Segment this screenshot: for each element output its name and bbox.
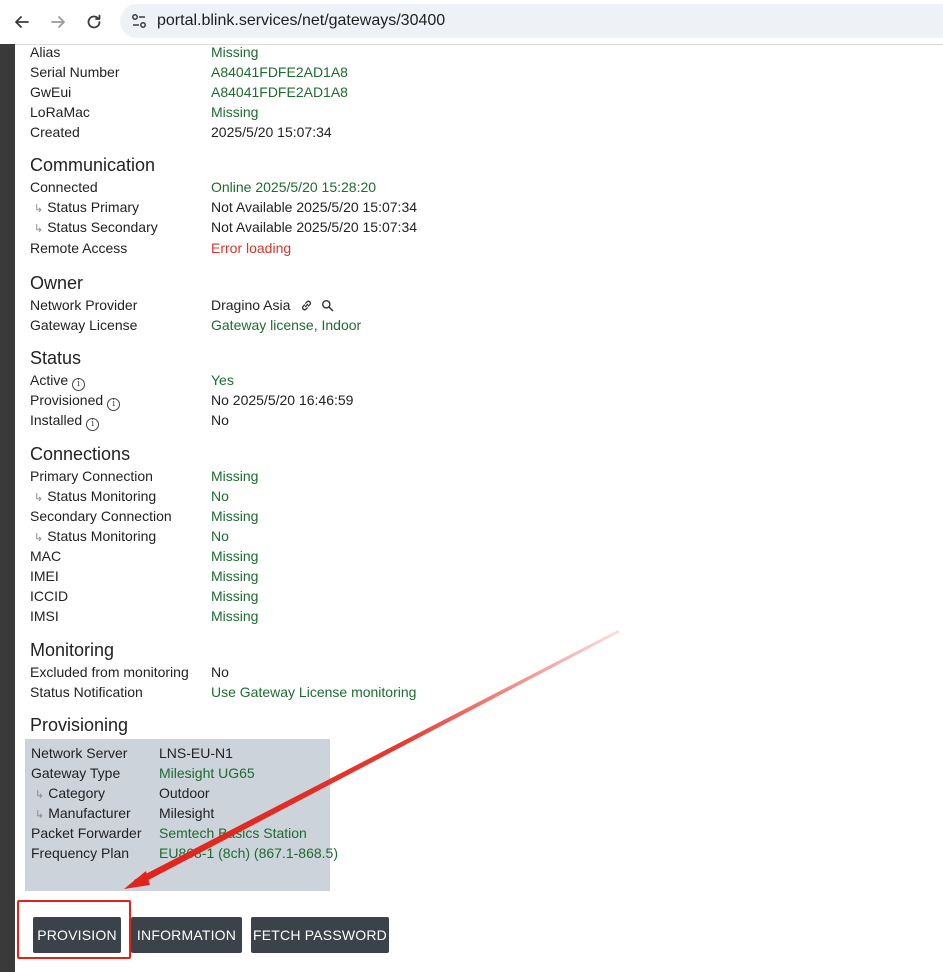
detail-value: Semtech Basics Station: [159, 825, 307, 841]
detail-label: ICCID: [30, 588, 69, 604]
detail-label: Status Monitoring: [47, 488, 157, 504]
arrow-left-icon[interactable]: [10, 10, 34, 34]
detail-label: Provisioned: [30, 392, 104, 408]
detail-value: Missing: [211, 588, 259, 604]
sub-arrow-icon: ↳: [35, 809, 45, 821]
detail-label: Status Secondary: [47, 219, 158, 235]
detail-label: Network Server: [31, 745, 128, 761]
section-title-owner: Owner: [30, 273, 84, 293]
detail-value: A84041FDFE2AD1A8: [211, 84, 348, 100]
detail-label: Alias: [30, 44, 61, 60]
detail-value: Error loading: [211, 240, 292, 256]
link-icon[interactable]: [300, 299, 313, 315]
information-button[interactable]: INFORMATION: [131, 917, 242, 953]
detail-label: Primary Connection: [30, 468, 153, 484]
detail-value: 2025/5/20 15:07:34: [211, 124, 332, 140]
address-bar[interactable]: portal.blink.services/net/gateways/30400: [120, 4, 943, 38]
detail-label: IMEI: [30, 568, 59, 584]
detail-value: A84041FDFE2AD1A8: [211, 64, 348, 80]
reload-icon[interactable]: [82, 10, 106, 34]
section-title-provisioning: Provisioning: [30, 715, 129, 735]
detail-value: Dragino Asia: [211, 297, 291, 313]
detail-value: Missing: [211, 568, 259, 584]
detail-label: Status Notification: [30, 684, 143, 700]
section-title-monitoring: Monitoring: [30, 640, 115, 660]
detail-value: No: [211, 664, 229, 680]
detail-value: No: [211, 488, 229, 504]
detail-value: No: [211, 528, 229, 544]
detail-value: LNS-EU-N1: [159, 745, 233, 761]
detail-label: Remote Access: [30, 240, 128, 256]
detail-label: Connected: [30, 179, 98, 195]
sub-arrow-icon: ↳: [35, 789, 45, 801]
info-icon[interactable]: i: [107, 398, 121, 411]
detail-value: Missing: [211, 468, 259, 484]
detail-value: Use Gateway License monitoring: [211, 684, 417, 700]
detail-label: IMSI: [30, 608, 59, 624]
detail-value: Yes: [211, 372, 234, 388]
detail-label: Status Monitoring: [47, 528, 157, 544]
detail-value: Milesight: [159, 805, 215, 821]
detail-label: Created: [30, 124, 80, 140]
detail-value: Missing: [211, 548, 259, 564]
browser-toolbar: portal.blink.services/net/gateways/30400: [0, 0, 943, 45]
arrow-right-icon[interactable]: [46, 10, 70, 34]
detail-label: MAC: [30, 548, 62, 564]
detail-value: Online 2025/5/20 15:28:20: [211, 179, 377, 195]
section-title-status: Status: [30, 348, 82, 368]
detail-value: EU868-1 (8ch) (867.1-868.5): [159, 845, 338, 861]
detail-value: Not Available 2025/5/20 15:07:34: [211, 219, 418, 235]
detail-label: Active: [30, 372, 69, 388]
detail-label: Excluded from monitoring: [30, 664, 189, 680]
detail-value: No 2025/5/20 16:46:59: [211, 392, 354, 408]
info-icon[interactable]: i: [72, 378, 86, 391]
search-icon[interactable]: [321, 299, 334, 315]
detail-label: Secondary Connection: [30, 508, 172, 524]
detail-value: Milesight UG65: [159, 765, 255, 781]
tune-icon[interactable]: [130, 12, 148, 30]
detail-value: Missing: [211, 44, 259, 60]
detail-label: Frequency Plan: [31, 845, 130, 861]
detail-label: GwEui: [30, 84, 72, 100]
detail-label: Category: [48, 785, 106, 801]
detail-label: Serial Number: [30, 64, 120, 80]
url-text[interactable]: portal.blink.services/net/gateways/30400: [157, 12, 445, 30]
detail-value: Missing: [211, 104, 259, 120]
left-sidebar-edge: [0, 44, 15, 972]
detail-value: No: [211, 412, 229, 428]
provision-button[interactable]: PROVISION: [33, 917, 121, 953]
detail-label: Packet Forwarder: [31, 825, 142, 841]
section-title-connections: Connections: [30, 444, 131, 464]
detail-value[interactable]: Gateway license, Indoor: [211, 317, 361, 333]
provisioning-panel: Network Server LNS-EU-N1 Gateway Type Mi…: [25, 739, 338, 891]
fetch-password-button[interactable]: FETCH PASSWORD: [251, 917, 389, 953]
sub-arrow-icon: ↳: [34, 223, 44, 235]
detail-value: Not Available 2025/5/20 15:07:34: [211, 199, 418, 215]
detail-label: LoRaMac: [30, 104, 90, 120]
detail-label: Gateway License: [30, 317, 138, 333]
sub-arrow-icon: ↳: [34, 532, 44, 544]
sub-arrow-icon: ↳: [34, 203, 44, 215]
sub-arrow-icon: ↳: [34, 492, 44, 504]
detail-label: Installed: [30, 412, 83, 428]
detail-value: Missing: [211, 508, 259, 524]
detail-label: Status Primary: [47, 199, 140, 215]
detail-label: Network Provider: [30, 297, 138, 313]
detail-value: Outdoor: [159, 785, 210, 801]
detail-label: Manufacturer: [48, 805, 131, 821]
info-icon[interactable]: i: [86, 418, 100, 431]
section-title-communication: Communication: [30, 155, 156, 175]
detail-value: Missing: [211, 608, 259, 624]
detail-label: Gateway Type: [31, 765, 121, 781]
